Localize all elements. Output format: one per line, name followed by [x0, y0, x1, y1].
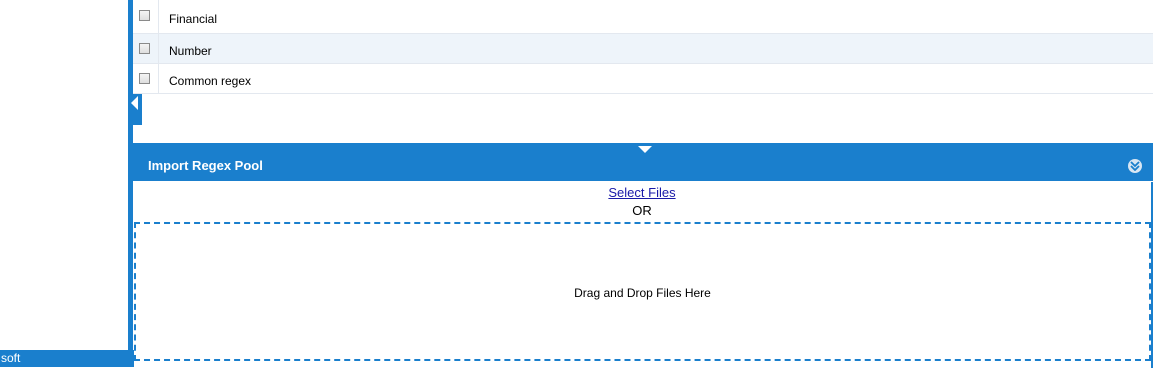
checkbox-cell	[133, 64, 159, 93]
select-files-link[interactable]: Select Files	[608, 185, 675, 200]
or-separator: OR	[632, 203, 652, 218]
checkbox-common-regex[interactable]	[139, 73, 150, 84]
list-item-label: Common regex	[169, 74, 252, 88]
list-item[interactable]: Financial	[133, 0, 1153, 34]
import-regex-pool-panel: Import Regex Pool Select Files OR Drag a…	[133, 143, 1153, 368]
checkbox-number[interactable]	[139, 43, 150, 54]
checkbox-cell	[133, 0, 159, 33]
left-footer-text: soft	[1, 351, 21, 365]
list-item-label: Financial	[169, 12, 218, 26]
panel-body: Select Files OR Drag and Drop Files Here	[133, 182, 1153, 368]
file-drop-zone[interactable]: Drag and Drop Files Here	[134, 222, 1151, 361]
checkbox-cell	[133, 34, 159, 63]
splitter-toggle-button[interactable]	[618, 143, 672, 157]
list-item[interactable]: Number	[133, 34, 1153, 64]
checkbox-financial[interactable]	[139, 10, 150, 21]
double-chevron-down-icon[interactable]	[1128, 159, 1142, 173]
list-item-label: Number	[169, 44, 212, 58]
regex-category-list: Financial Number Common regex	[133, 0, 1153, 94]
triangle-left-icon	[131, 96, 138, 110]
left-panel	[0, 0, 128, 350]
drop-zone-text: Drag and Drop Files Here	[574, 286, 711, 300]
panel-title: Import Regex Pool	[148, 158, 263, 173]
left-panel-footer: soft	[0, 350, 134, 367]
select-files-container: Select Files	[133, 185, 1151, 200]
list-item[interactable]: Common regex	[133, 64, 1153, 94]
triangle-down-icon	[638, 146, 652, 153]
